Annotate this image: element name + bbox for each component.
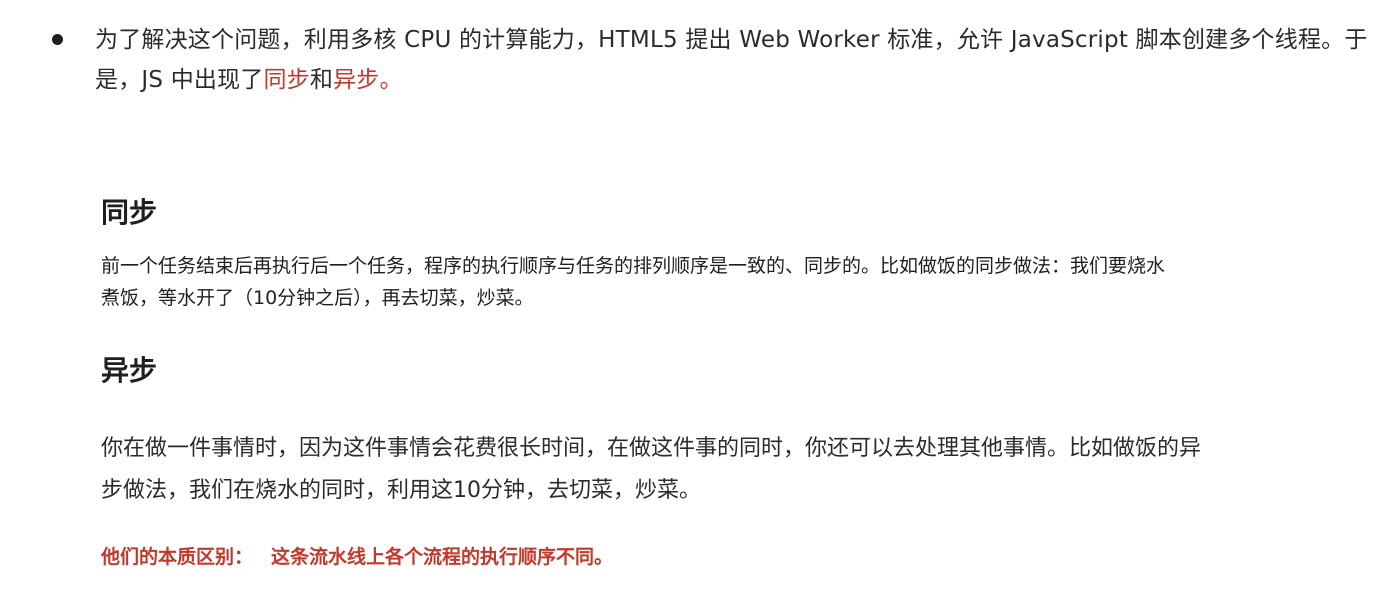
intro-sync-highlight: 同步 [263,67,310,93]
sync-heading: 同步 [101,196,158,229]
summary-label: 他们的本质区别： [101,546,254,568]
bullet-dot-icon [52,34,63,45]
sync-description: 前一个任务结束后再执行后一个任务，程序的执行顺序与任务的排列顺序是一致的、同步的… [101,255,1166,309]
intro-paragraph: 为了解决这个问题，利用多核 CPU 的计算能力，HTML5 提出 Web Wor… [95,20,1378,100]
intro-and-text: 和 [309,67,334,93]
async-heading: 异步 [101,354,158,387]
async-description: 你在做一件事情时，因为这件事情会花费很长时间，在做这件事的同时，你还可以去处理其… [101,436,1202,503]
summary-text: 这条流水线上各个流程的执行顺序不同。 [271,546,614,568]
summary-note: 他们的本质区别： 这条流水线上各个流程的执行顺序不同。 [101,541,613,573]
intro-async-highlight: 异步。 [333,67,403,93]
intro-list-item: 为了解决这个问题，利用多核 CPU 的计算能力，HTML5 提出 Web Wor… [48,20,1378,100]
